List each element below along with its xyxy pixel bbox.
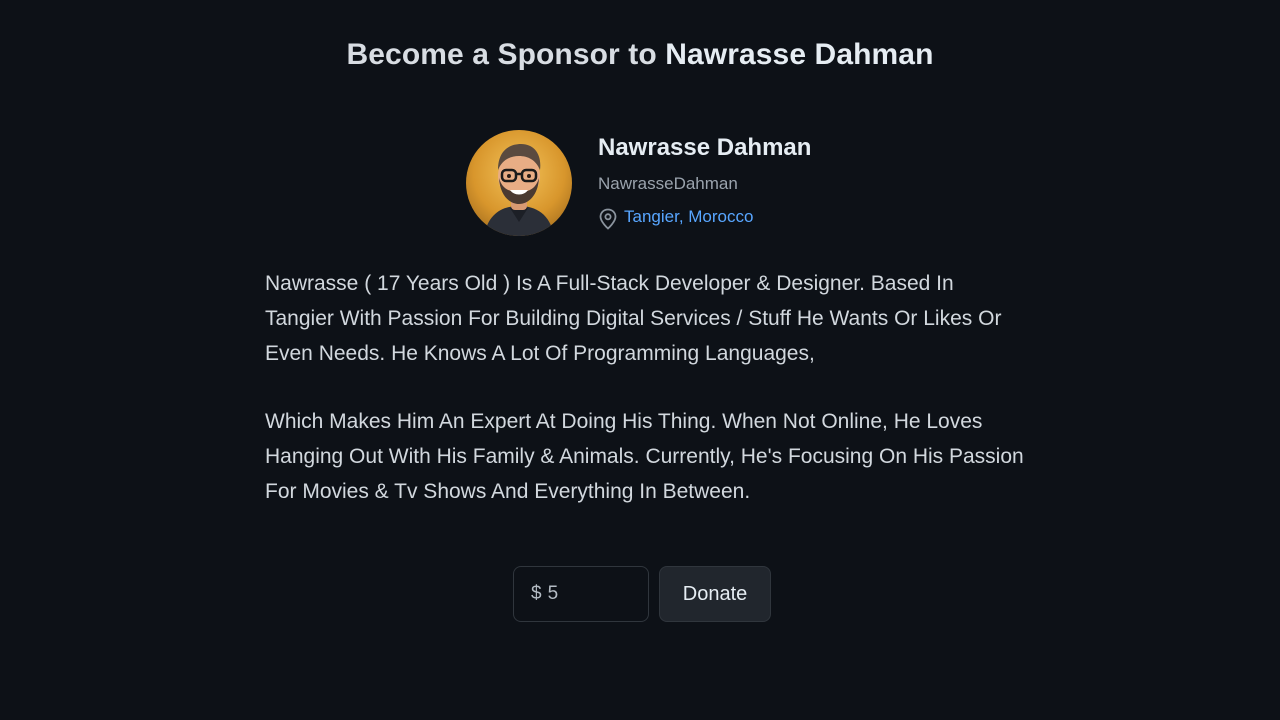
memoji-avatar-icon bbox=[484, 144, 554, 236]
location-label: Tangier, Morocco bbox=[624, 207, 754, 226]
bio: Nawrasse ( 17 Years Old ) Is A Full-Stac… bbox=[265, 266, 1025, 509]
profile-info: Nawrasse Dahman NawrasseDahman Tangier, … bbox=[598, 130, 811, 230]
display-name: Nawrasse Dahman bbox=[598, 134, 812, 161]
amount-input[interactable] bbox=[547, 583, 628, 605]
amount-field[interactable]: $ bbox=[513, 566, 649, 622]
currency-symbol: $ bbox=[531, 583, 542, 604]
bio-paragraph-2: Which Makes Him An Expert At Doing His T… bbox=[265, 410, 1024, 503]
location[interactable]: Tangier, Morocco bbox=[598, 204, 811, 230]
donate-button[interactable]: Donate bbox=[659, 566, 771, 622]
bio-paragraph-1: Nawrasse ( 17 Years Old ) Is A Full-Stac… bbox=[265, 272, 1002, 365]
avatar[interactable] bbox=[466, 130, 572, 236]
profile-card: Nawrasse Dahman NawrasseDahman Tangier, … bbox=[466, 130, 811, 236]
sponsor-page: Become a Sponsor to Nawrasse Dahman Nawr… bbox=[0, 0, 1280, 720]
title-name: Nawrasse Dahman bbox=[665, 38, 934, 71]
page-title: Become a Sponsor to Nawrasse Dahman bbox=[0, 38, 1280, 72]
title-prefix: Become a Sponsor to bbox=[346, 38, 657, 71]
username: NawrasseDahman bbox=[598, 174, 738, 193]
map-pin-icon bbox=[599, 208, 617, 230]
donate-form: $ Donate bbox=[513, 566, 771, 622]
